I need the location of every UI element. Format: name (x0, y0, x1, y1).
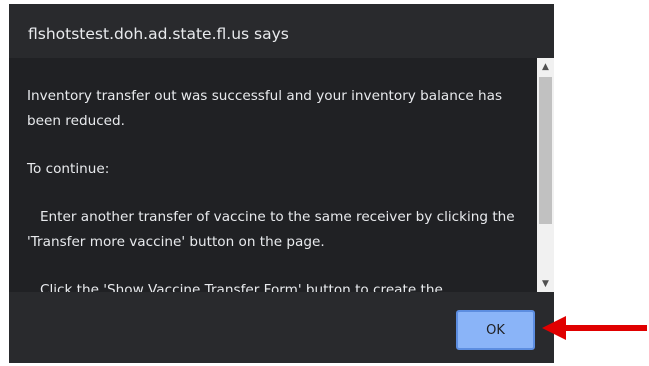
arrow-head (542, 316, 566, 340)
message-paragraph: To continue: (27, 161, 110, 177)
ok-button[interactable]: OK (456, 310, 535, 350)
scroll-thumb[interactable] (539, 77, 552, 224)
message-paragraph: Enter another transfer of vaccine to the… (27, 209, 519, 250)
message-area: Inventory transfer out was successful an… (9, 58, 554, 292)
message-text: Inventory transfer out was successful an… (27, 84, 529, 292)
scroll-up-icon[interactable]: ▲ (537, 58, 554, 75)
dialog-title: flshotstest.doh.ad.state.fl.us says (28, 25, 289, 43)
red-arrow-icon (542, 316, 647, 340)
message-paragraph: Click the 'Show Vaccine Transfer Form' b… (27, 282, 443, 292)
scroll-down-icon[interactable]: ▼ (537, 275, 554, 292)
alert-dialog: flshotstest.doh.ad.state.fl.us says Inve… (9, 4, 554, 363)
message-scrollbar[interactable]: ▲ ▼ (537, 58, 554, 292)
message-paragraph: Inventory transfer out was successful an… (27, 88, 507, 129)
arrow-shaft (564, 325, 647, 331)
